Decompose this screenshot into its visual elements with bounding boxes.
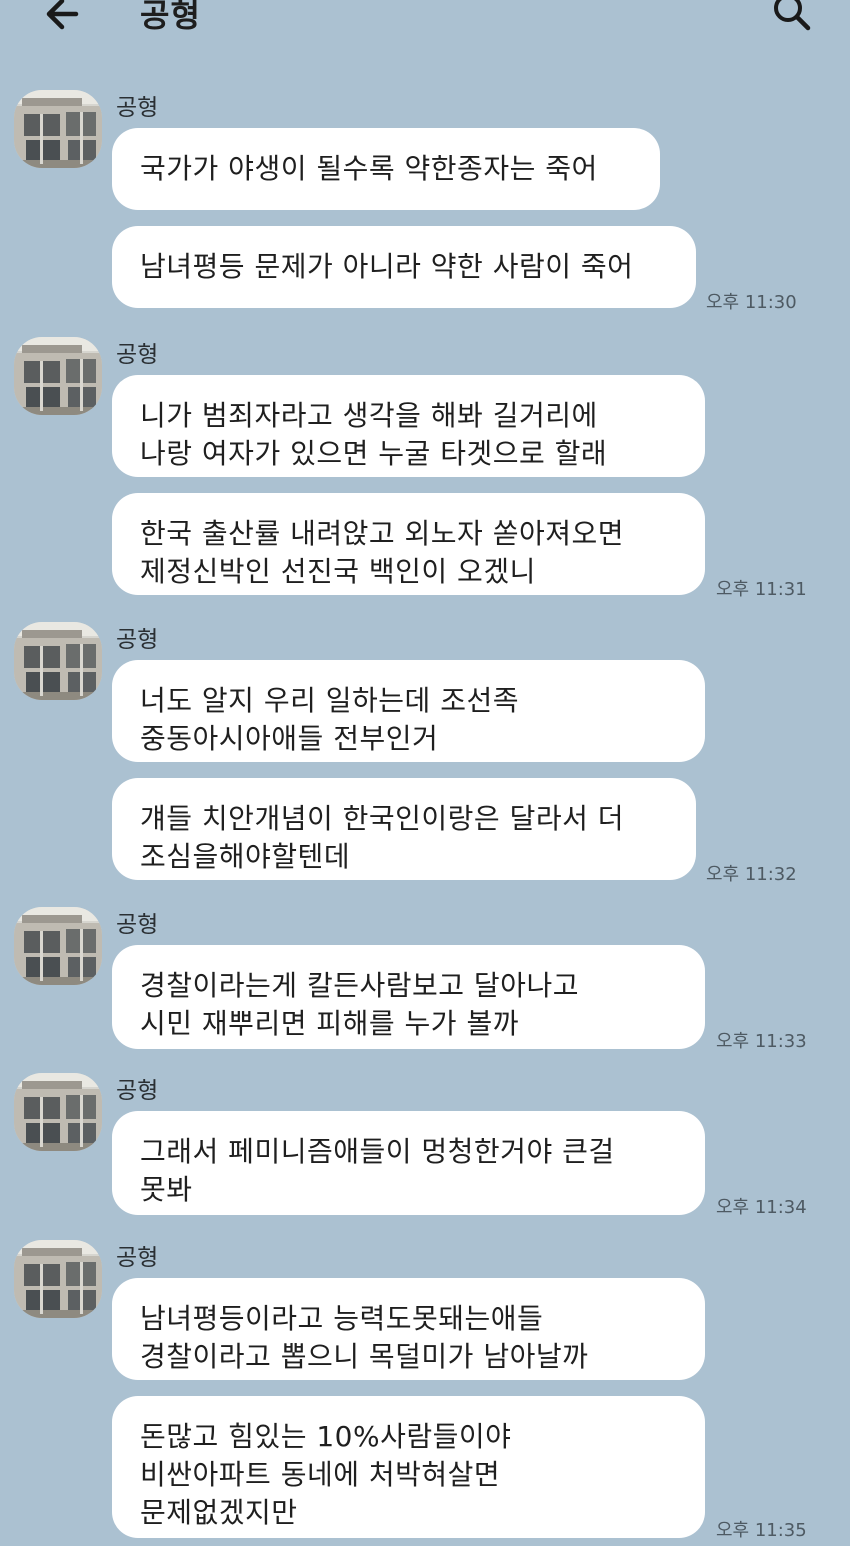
message-bubble[interactable]: 경찰이라는게 칼든사람보고 달아나고 시민 재뿌리면 피해를 누가 볼까 [112, 945, 705, 1049]
message-time: 오후 11:32 [706, 864, 797, 885]
avatar[interactable] [14, 1073, 102, 1151]
avatar[interactable] [14, 90, 102, 168]
avatar[interactable] [14, 907, 102, 985]
avatar[interactable] [14, 337, 102, 415]
sender-name: 공형 [116, 627, 159, 653]
message-time: 오후 11:35 [716, 1520, 807, 1541]
chat-header: 공형 [0, 0, 850, 52]
message-bubble[interactable]: 니가 범죄자라고 생각을 해봐 길거리에 나랑 여자가 있으면 누굴 타겟으로 … [112, 375, 705, 477]
message-bubble[interactable]: 한국 출산률 내려앉고 외노자 쏟아져오면 제정신박인 선진국 백인이 오겠니 [112, 493, 705, 595]
search-icon[interactable] [764, 0, 820, 42]
chat-title: 공형 [140, 0, 201, 34]
message-time: 오후 11:30 [706, 292, 797, 313]
message-bubble[interactable]: 남녀평등 문제가 아니라 약한 사람이 죽어 [112, 226, 696, 308]
back-arrow-icon[interactable] [42, 0, 98, 42]
avatar[interactable] [14, 1240, 102, 1318]
message-time: 오후 11:31 [716, 579, 807, 600]
sender-name: 공형 [116, 1078, 159, 1104]
message-bubble[interactable]: 너도 알지 우리 일하는데 조선족 중동아시아애들 전부인거 [112, 660, 705, 762]
message-bubble[interactable]: 그래서 페미니즘애들이 멍청한거야 큰걸 못봐 [112, 1111, 705, 1215]
sender-name: 공형 [116, 1245, 159, 1271]
avatar[interactable] [14, 622, 102, 700]
message-bubble[interactable]: 걔들 치안개념이 한국인이랑은 달라서 더 조심을해야할텐데 [112, 778, 696, 880]
sender-name: 공형 [116, 95, 159, 121]
message-bubble[interactable]: 돈많고 힘있는 10%사람들이야 비싼아파트 동네에 처박혀살면 문제없겠지만 [112, 1396, 705, 1538]
message-bubble[interactable]: 국가가 야생이 될수록 약한종자는 죽어 [112, 128, 660, 210]
sender-name: 공형 [116, 912, 159, 938]
message-time: 오후 11:34 [716, 1197, 807, 1218]
message-bubble[interactable]: 남녀평등이라고 능력도못돼는애들 경찰이라고 뽑으니 목덜미가 남아날까 [112, 1278, 705, 1380]
sender-name: 공형 [116, 342, 159, 368]
message-time: 오후 11:33 [716, 1031, 807, 1052]
